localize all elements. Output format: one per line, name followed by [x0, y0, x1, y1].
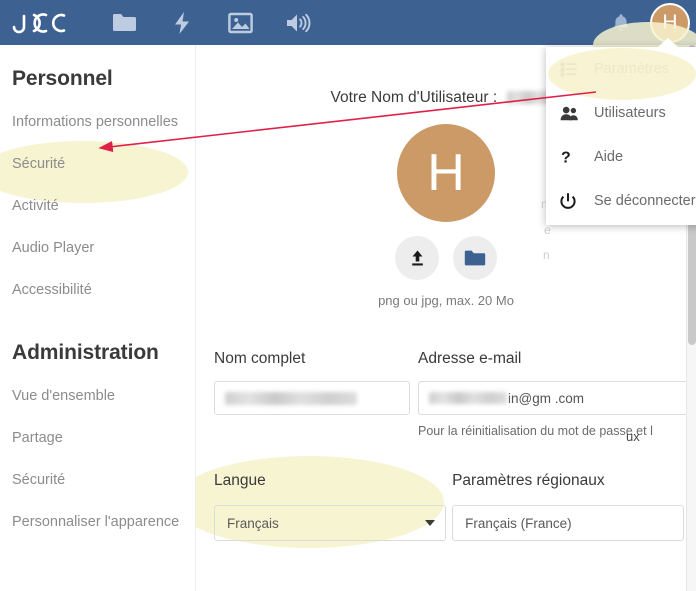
menu-item-se-deconnecter[interactable]: Se déconnecter — [546, 179, 696, 223]
choose-from-files-button[interactable] — [453, 236, 497, 280]
sidebar-item-accessibilite[interactable]: Accessibilité — [0, 269, 195, 311]
app-logo[interactable] — [0, 0, 95, 45]
ghost-text-4: ux — [626, 429, 640, 444]
menu-label-se-deconnecter: Se déconnecter — [594, 193, 696, 209]
menu-item-utilisateurs[interactable]: Utilisateurs — [546, 91, 696, 135]
profile-fields-row: Nom complet Adresse e-mail in@gm .com Po… — [196, 350, 696, 438]
menu-label-parametres: Paramètres — [594, 61, 669, 77]
field-group-nom-complet: Nom complet — [214, 350, 418, 438]
files-icon[interactable] — [95, 0, 153, 45]
sidebar-item-activite[interactable]: Activité — [0, 185, 195, 227]
ghost-text-3: n — [543, 248, 550, 262]
field-group-parametres-regionaux: Paramètres régionaux Français (France) — [452, 472, 696, 541]
nom-complet-value-redacted — [225, 391, 357, 405]
sidebar-item-partage[interactable]: Partage — [0, 417, 195, 459]
input-adresse-email[interactable]: in@gm .com — [418, 381, 696, 415]
help-question-icon: ? — [560, 148, 588, 167]
label-parametres-regionaux: Paramètres régionaux — [452, 472, 605, 489]
activity-icon[interactable] — [153, 0, 211, 45]
label-adresse-email: Adresse e-mail — [418, 350, 522, 367]
settings-list-icon — [560, 62, 588, 77]
avatar: H — [650, 2, 690, 43]
topbar-right-cluster: H — [598, 0, 696, 45]
music-icon[interactable] — [269, 0, 327, 45]
email-value-redacted — [429, 392, 507, 404]
menu-caret — [658, 38, 678, 47]
sidebar-heading-administration: Administration — [12, 341, 159, 364]
select-langue-value: Français — [227, 515, 279, 531]
app-window: H Personnel Informations personnelles Sé… — [0, 0, 696, 591]
select-parametres-regionaux-value: Français (France) — [465, 515, 572, 531]
field-group-adresse-email: Adresse e-mail in@gm .com Pour la réinit… — [418, 350, 696, 438]
logo-glyph — [12, 12, 84, 34]
user-dropdown-menu: Paramètres Utilisateurs ? Aide Se déconn… — [546, 38, 696, 225]
language-settings-row: Langue Français Paramètres régionaux Fra… — [196, 456, 696, 548]
sidebar-item-informations-personnelles[interactable]: Informations personnelles — [0, 101, 195, 143]
avatar-action-buttons — [196, 236, 696, 280]
users-icon — [560, 106, 588, 121]
label-nom-complet: Nom complet — [214, 350, 306, 367]
ghost-text-2: e — [544, 223, 551, 237]
label-langue: Langue — [214, 472, 266, 489]
notifications-bell-icon[interactable] — [598, 0, 644, 45]
field-group-langue: Langue Français — [208, 472, 452, 541]
help-adresse-email: Pour la réinitialisation du mot de passe… — [418, 424, 653, 438]
select-parametres-regionaux[interactable]: Français (France) — [452, 505, 685, 541]
power-icon — [560, 192, 588, 210]
input-nom-complet[interactable] — [214, 381, 410, 415]
email-value-visible: in@gm .com — [508, 390, 584, 406]
sidebar-item-audio-player[interactable]: Audio Player — [0, 227, 195, 269]
settings-sidebar: Personnel Informations personnelles Sécu… — [0, 45, 196, 591]
sidebar-item-vue-densemble[interactable]: Vue d'ensemble — [0, 375, 195, 417]
upload-avatar-button[interactable] — [395, 236, 439, 280]
avatar-format-hint: png ou jpg, max. 20 Mo — [378, 293, 514, 308]
photos-icon[interactable] — [211, 0, 269, 45]
sidebar-item-securite-personal[interactable]: Sécurité — [0, 143, 195, 185]
svg-text:?: ? — [561, 150, 571, 167]
select-langue[interactable]: Français — [214, 505, 446, 541]
sidebar-heading-personal: Personnel — [12, 67, 113, 90]
sidebar-item-securite-admin[interactable]: Sécurité — [0, 459, 195, 501]
menu-item-parametres[interactable]: Paramètres — [546, 47, 696, 91]
menu-item-aide[interactable]: ? Aide — [546, 135, 696, 179]
profile-avatar: H — [397, 124, 495, 222]
top-navigation-bar: H — [0, 0, 696, 45]
sidebar-item-personnaliser-lapparence[interactable]: Personnaliser l'apparence — [0, 501, 195, 543]
username-label: Votre Nom d'Utilisateur : — [330, 89, 498, 106]
menu-label-aide: Aide — [594, 149, 624, 165]
menu-label-utilisateurs: Utilisateurs — [594, 105, 666, 121]
top-nav-icons — [95, 0, 327, 45]
chevron-down-icon — [425, 520, 435, 526]
